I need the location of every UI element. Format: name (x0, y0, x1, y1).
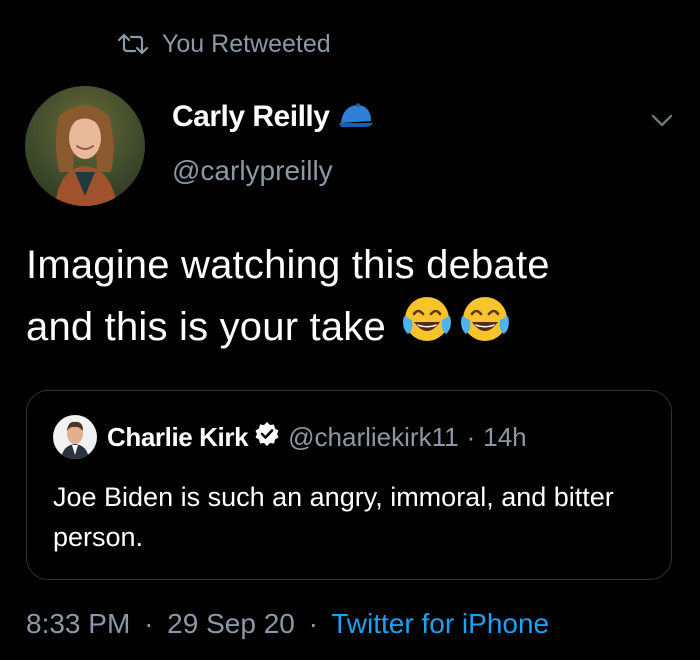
face-with-tears-of-joy-icon (400, 294, 454, 360)
quoted-author-handle: @charliekirk11 (288, 421, 459, 452)
tweet-time[interactable]: 8:33 PM (26, 608, 130, 639)
author-avatar[interactable] (25, 86, 145, 206)
verified-badge-icon (254, 421, 280, 454)
tweet-line-2: and this is your take (26, 294, 676, 360)
quoted-tweet-card[interactable]: Charlie Kirk @charliekirk11 · 14h Joe Bi… (26, 390, 672, 580)
blue-cap-icon (337, 101, 375, 134)
chevron-down-icon[interactable] (648, 108, 676, 132)
quoted-author-name: Charlie Kirk (107, 421, 249, 452)
quoted-time: 14h (483, 421, 527, 452)
quoted-tweet-header: Charlie Kirk @charliekirk11 · 14h (53, 415, 527, 459)
tweet-date[interactable]: 29 Sep 20 (167, 608, 295, 639)
tweet-line-1: Imagine watching this debate (26, 236, 676, 294)
retweet-icon (118, 33, 148, 55)
author-handle[interactable]: @carlypreilly (172, 155, 333, 187)
footer-separator-1: · (144, 608, 154, 639)
tweet-footer: 8:33 PM · 29 Sep 20 · Twitter for iPhone (26, 608, 549, 640)
face-with-tears-of-joy-icon (458, 294, 512, 360)
footer-separator-2: · (308, 608, 318, 639)
tweet-text: Imagine watching this debate and this is… (26, 236, 676, 360)
tweet-line-2-text: and this is your take (26, 305, 386, 349)
retweet-label: You Retweeted (162, 29, 331, 58)
retweet-header: You Retweeted (118, 26, 331, 62)
quoted-separator: · (466, 421, 476, 452)
quoted-tweet-text: Joe Biden is such an angry, immoral, and… (53, 482, 614, 552)
quoted-author-avatar (53, 415, 97, 459)
tweet-source-link[interactable]: Twitter for iPhone (331, 608, 549, 639)
tweet-line-1-text: Imagine watching this debate (26, 243, 550, 287)
author-name-row[interactable]: Carly Reilly (172, 100, 375, 134)
author-name[interactable]: Carly Reilly (172, 100, 330, 134)
